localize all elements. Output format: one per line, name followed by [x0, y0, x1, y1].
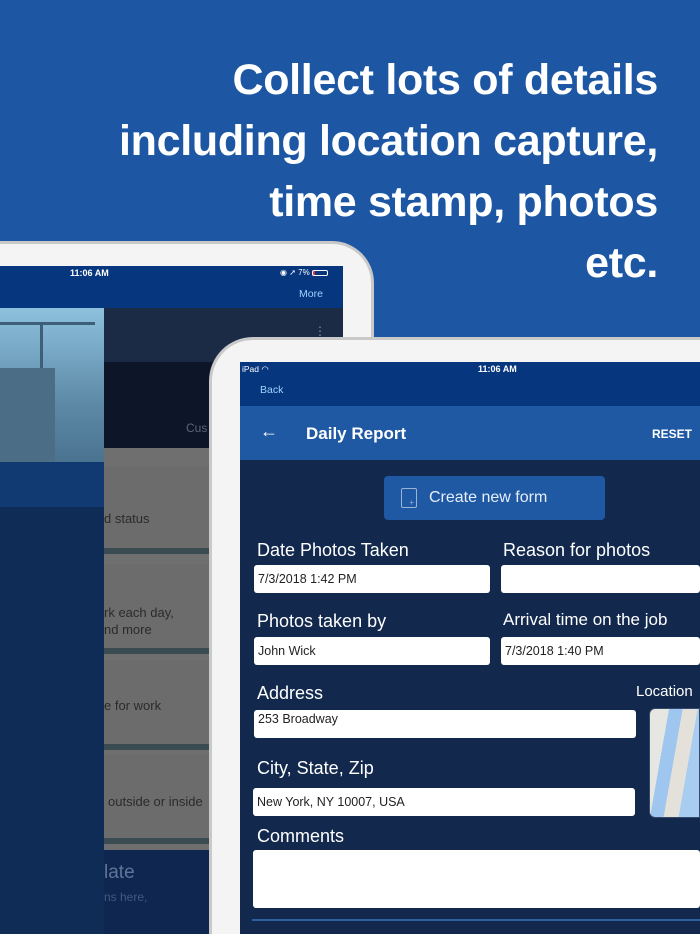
- reset-button[interactable]: RESET: [652, 427, 692, 441]
- front-nav-bar: [240, 362, 700, 406]
- new-document-icon: +: [401, 488, 417, 508]
- more-button[interactable]: More: [299, 288, 323, 300]
- battery-indicator: ◉ ➚ 7%: [280, 268, 328, 277]
- reason-for-photos-input[interactable]: [501, 565, 700, 593]
- city-state-zip-input[interactable]: New York, NY 10007, USA: [253, 788, 635, 816]
- wifi-icon: ◠: [261, 364, 269, 374]
- construction-photo: [0, 308, 104, 462]
- back-arrow-icon[interactable]: ←: [260, 421, 278, 442]
- app-header: ← Daily Report RESET: [240, 406, 700, 460]
- front-ipad-screen: iPad ◠ 11:06 AM Back ← Daily Report RESE…: [240, 362, 700, 934]
- kebab-menu-icon[interactable]: ⋮: [314, 324, 326, 338]
- status-device: iPad ◠: [242, 364, 269, 374]
- date-photos-taken-input[interactable]: 7/3/2018 1:42 PM: [254, 565, 490, 593]
- address-input[interactable]: 253 Broadway: [254, 710, 636, 738]
- arrival-time-input[interactable]: 7/3/2018 1:40 PM: [501, 637, 700, 665]
- photos-taken-by-input[interactable]: John Wick: [254, 637, 490, 665]
- create-new-form-button[interactable]: + Create new form: [384, 476, 605, 520]
- page-title: Daily Report: [306, 424, 407, 443]
- back-button[interactable]: Back: [260, 384, 283, 396]
- comments-textarea[interactable]: [253, 850, 700, 908]
- location-map[interactable]: [649, 708, 700, 818]
- divider: [252, 919, 700, 921]
